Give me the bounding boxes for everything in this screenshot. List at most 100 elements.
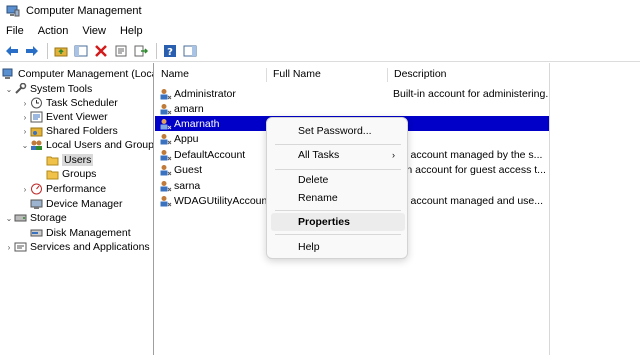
tree-label: Event Viewer: [46, 111, 108, 123]
menu-item-properties[interactable]: Properties: [271, 213, 405, 231]
user-name: DefaultAccount: [174, 148, 246, 161]
tree-item-users[interactable]: Users: [46, 153, 94, 167]
user-description: ser account managed by the s...: [393, 148, 543, 161]
properties-icon[interactable]: [112, 42, 130, 60]
user-description: Built-in account for administering...: [393, 87, 550, 100]
chevron-right-icon[interactable]: ›: [20, 185, 30, 194]
tree-label: Shared Folders: [46, 125, 118, 137]
user-description: ilt-in account for guest access t...: [393, 163, 546, 176]
window-title: Computer Management: [26, 5, 142, 17]
tree-label: Computer Management (Local: [18, 68, 154, 80]
user-name: amarn: [174, 102, 204, 115]
tree-item-root[interactable]: Computer Management (Local: [2, 67, 154, 81]
system-tools-icon: [14, 83, 27, 95]
menu-item-rename[interactable]: Rename: [271, 189, 405, 207]
shared-folder-icon: [30, 125, 43, 137]
user-icon: [159, 149, 172, 161]
user-icon: [159, 133, 172, 145]
tree-item-device-manager[interactable]: Device Manager: [30, 197, 122, 211]
folder-icon: [46, 168, 59, 180]
console-tree: Computer Management (Local ⌄ System Tool…: [0, 63, 154, 355]
computer-management-icon: [2, 68, 15, 80]
menu-view[interactable]: View: [82, 25, 106, 37]
up-folder-icon[interactable]: [52, 42, 70, 60]
user-icon: [159, 180, 172, 192]
folder-icon: [46, 154, 59, 166]
user-description: ser account managed and use...: [393, 194, 544, 207]
users-group-icon: [30, 139, 43, 151]
tree-item-system-tools[interactable]: ⌄ System Tools: [4, 82, 92, 96]
table-row[interactable]: amarn: [155, 101, 549, 116]
menu-item-set-password[interactable]: Set Password...: [271, 122, 405, 140]
tree-label: Services and Applications: [30, 241, 150, 253]
menu-item-all-tasks[interactable]: All Tasks ›: [271, 146, 405, 164]
tree-item-shared-folders[interactable]: › Shared Folders: [20, 124, 118, 138]
tree-label: Task Scheduler: [46, 97, 118, 109]
tree-label: System Tools: [30, 83, 93, 95]
column-header-full-name[interactable]: Full Name: [267, 68, 388, 82]
table-row[interactable]: Administrator Built-in account for admin…: [155, 86, 550, 101]
show-action-pane-icon[interactable]: [181, 42, 199, 60]
export-list-icon[interactable]: [132, 42, 150, 60]
chevron-down-icon[interactable]: ⌄: [4, 214, 14, 223]
help-icon[interactable]: ?: [161, 42, 179, 60]
tree-label: Disk Management: [46, 227, 131, 239]
tree-item-groups[interactable]: Groups: [46, 167, 96, 181]
show-hide-tree-icon[interactable]: [72, 42, 90, 60]
menu-action[interactable]: Action: [38, 25, 69, 37]
tree-item-storage[interactable]: ⌄ Storage: [4, 211, 67, 225]
chevron-right-icon[interactable]: ›: [20, 113, 30, 122]
menu-separator: [275, 210, 401, 211]
user-name: Appu: [174, 132, 199, 145]
tree-item-services-applications[interactable]: › Services and Applications: [4, 240, 150, 254]
tree-item-performance[interactable]: › Performance: [20, 182, 106, 196]
chevron-down-icon[interactable]: ⌄: [20, 141, 30, 150]
menu-separator: [275, 144, 401, 145]
forward-arrow-icon[interactable]: [23, 42, 41, 60]
tree-label: Groups: [62, 168, 97, 180]
device-manager-icon: [30, 198, 43, 210]
user-name: WDAGUtilityAccount: [174, 194, 271, 207]
user-name: Amarnath: [174, 117, 220, 130]
computer-management-icon: [6, 5, 20, 17]
column-header-description[interactable]: Description: [388, 68, 549, 82]
chevron-right-icon[interactable]: ›: [20, 99, 30, 108]
chevron-down-icon[interactable]: ⌄: [4, 85, 14, 94]
toolbar-separator: [47, 42, 48, 59]
tree-item-task-scheduler[interactable]: › Task Scheduler: [20, 96, 118, 110]
menu-item-help[interactable]: Help: [271, 238, 405, 256]
user-icon: [159, 195, 172, 207]
tree-label: Device Manager: [46, 198, 123, 210]
back-arrow-icon[interactable]: [3, 42, 21, 60]
user-icon: [159, 88, 172, 100]
title-bar: Computer Management: [0, 0, 640, 22]
tree-label: Performance: [46, 183, 107, 195]
menu-item-label: All Tasks: [298, 149, 340, 161]
tree-item-event-viewer[interactable]: › Event Viewer: [20, 110, 108, 124]
tree-label: Storage: [30, 212, 67, 224]
column-header-name[interactable]: Name: [155, 68, 267, 82]
toolbar-separator: [156, 42, 157, 59]
clock-icon: [30, 97, 43, 109]
menu-item-delete[interactable]: Delete: [271, 171, 405, 189]
user-name: Guest: [174, 163, 203, 176]
services-icon: [14, 241, 27, 253]
storage-icon: [14, 212, 27, 224]
tree-label: Users: [62, 154, 94, 166]
svg-text:?: ?: [167, 47, 173, 58]
user-name: sarna: [174, 179, 201, 192]
chevron-right-icon[interactable]: ›: [4, 243, 14, 252]
user-icon: [159, 118, 172, 130]
chevron-right-icon[interactable]: ›: [20, 127, 30, 136]
menu-file[interactable]: File: [6, 25, 24, 37]
delete-icon[interactable]: [92, 42, 110, 60]
disk-management-icon: [30, 227, 43, 239]
tree-item-local-users-groups[interactable]: ⌄ Local Users and Groups: [20, 138, 154, 152]
user-name: Administrator: [174, 87, 236, 100]
tree-label: Local Users and Groups: [46, 139, 154, 151]
menu-separator: [275, 169, 401, 170]
user-icon: [159, 103, 172, 115]
event-viewer-icon: [30, 111, 43, 123]
tree-item-disk-management[interactable]: Disk Management: [30, 226, 131, 240]
menu-help[interactable]: Help: [120, 25, 143, 37]
